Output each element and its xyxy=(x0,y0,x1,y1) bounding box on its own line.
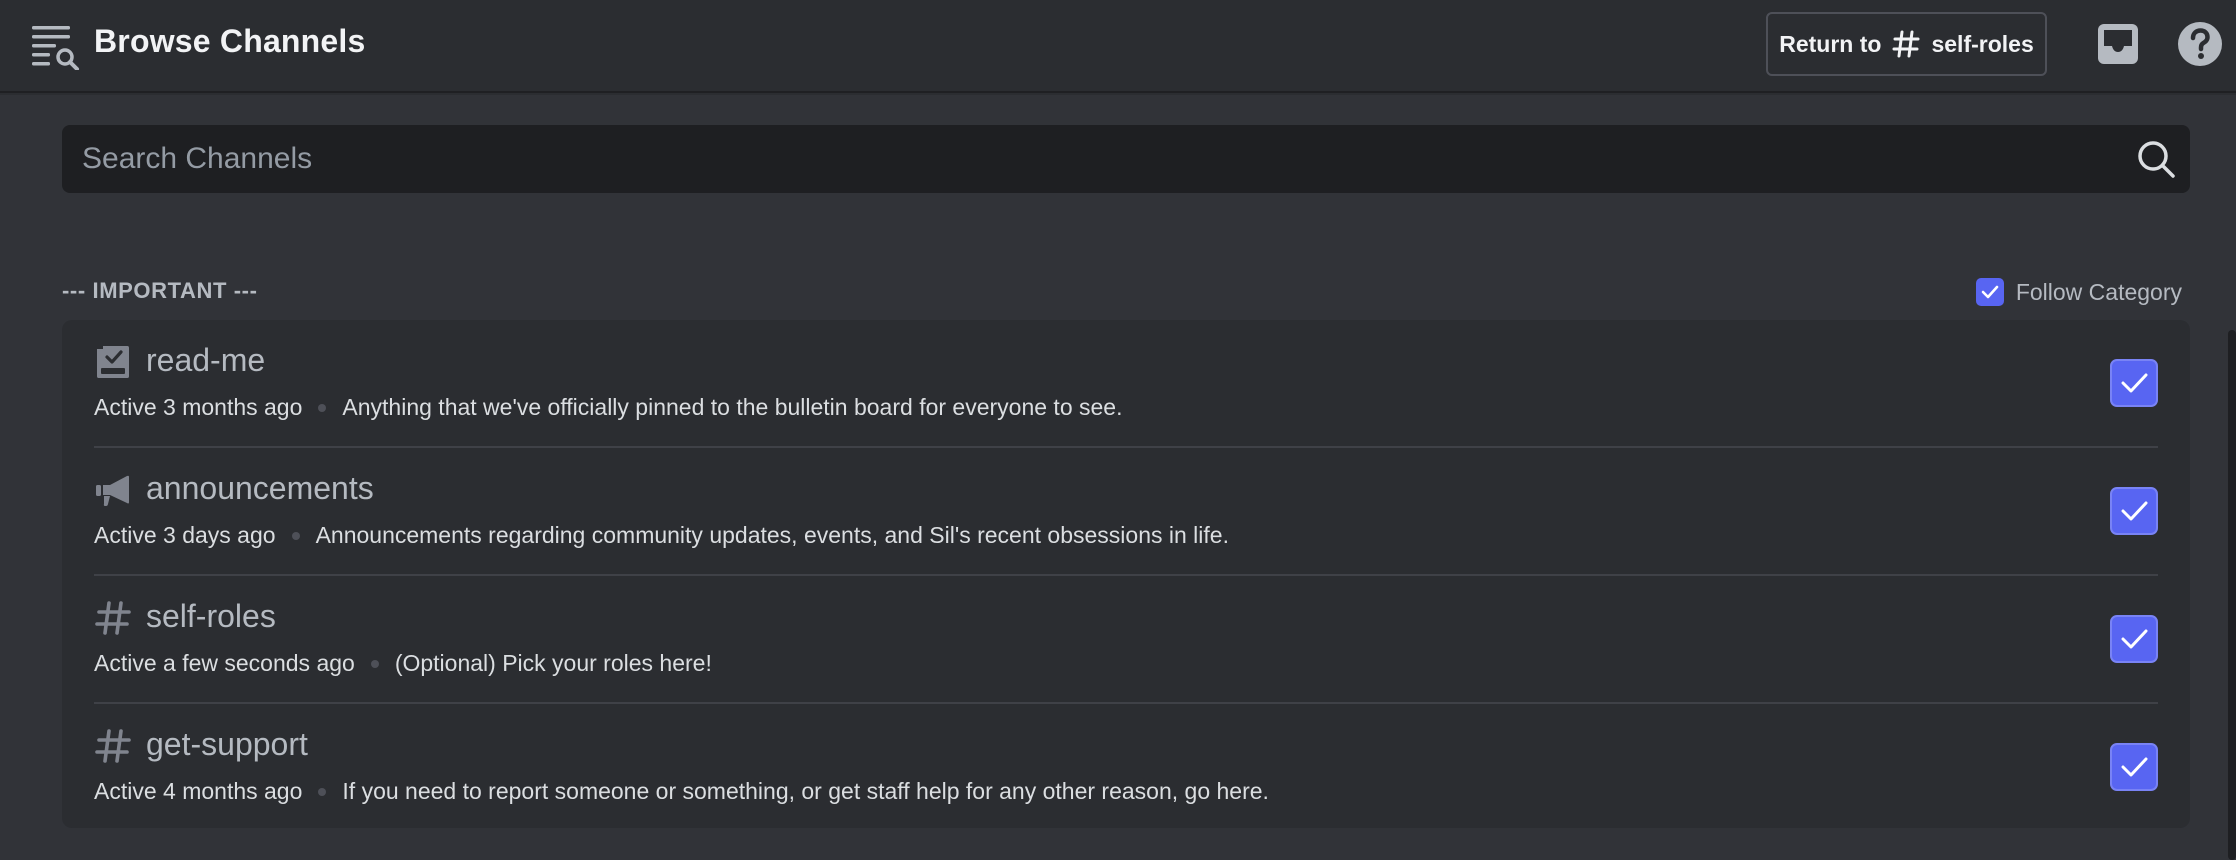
channel-row-self-roles[interactable]: self-roles Active a few seconds ago (Opt… xyxy=(94,576,2158,704)
channel-activity: Active a few seconds ago xyxy=(94,650,355,676)
channel-description: Anything that we've officially pinned to… xyxy=(342,394,1123,420)
return-to-channel-button[interactable]: Return to self-roles xyxy=(1766,12,2047,76)
hash-icon xyxy=(95,729,131,763)
channel-list: read-me Active 3 months ago Anything tha… xyxy=(62,320,2190,828)
check-icon xyxy=(2121,373,2148,393)
rules-icon xyxy=(97,346,129,378)
channel-meta: Active 3 months ago Anything that we've … xyxy=(94,394,1122,421)
channel-activity: Active 3 months ago xyxy=(94,394,303,420)
top-bar: Browse Channels Return to self-roles xyxy=(0,0,2236,93)
page-title: Browse Channels xyxy=(94,23,366,59)
channel-name: announcements xyxy=(146,470,374,506)
channel-meta: Active 3 days ago Announcements regardin… xyxy=(94,522,1229,549)
return-channel-name: self-roles xyxy=(1931,30,2034,57)
separator-dot xyxy=(318,403,327,412)
channel-name: get-support xyxy=(146,726,308,762)
channel-name: self-roles xyxy=(146,598,276,634)
separator-dot xyxy=(318,787,327,796)
follow-category-checkbox[interactable] xyxy=(1975,278,2004,306)
separator-dot xyxy=(370,659,379,668)
channel-row-get-support[interactable]: get-support Active 4 months ago If you n… xyxy=(94,704,2158,832)
search-input[interactable] xyxy=(62,125,2190,193)
check-icon xyxy=(2121,757,2148,777)
hash-icon xyxy=(1892,30,1920,58)
follow-channel-checkbox[interactable] xyxy=(2110,615,2158,663)
check-icon xyxy=(1981,285,1999,299)
separator-dot xyxy=(291,531,300,540)
follow-channel-checkbox[interactable] xyxy=(2110,359,2158,407)
channel-description: (Optional) Pick your roles here! xyxy=(394,650,712,676)
return-label: Return to xyxy=(1779,30,1882,57)
channel-meta: Active a few seconds ago (Optional) Pick… xyxy=(94,650,712,677)
channel-name: read-me xyxy=(146,342,266,378)
follow-category-toggle[interactable]: Follow Category xyxy=(1975,272,2182,312)
search-bar xyxy=(62,125,2190,193)
channel-meta: Active 4 months ago If you need to repor… xyxy=(94,778,1269,805)
channel-description: If you need to report someone or somethi… xyxy=(342,778,1269,804)
hash-icon xyxy=(95,601,131,635)
channel-activity: Active 3 days ago xyxy=(94,522,276,548)
category-header: --- IMPORTANT --- Follow Category xyxy=(62,272,2190,312)
follow-channel-checkbox[interactable] xyxy=(2110,743,2158,791)
inbox-icon[interactable] xyxy=(2096,22,2140,66)
channel-description: Announcements regarding community update… xyxy=(315,522,1229,548)
megaphone-icon xyxy=(96,475,129,506)
scrollbar[interactable] xyxy=(2228,330,2236,860)
channel-row-announcements[interactable]: announcements Active 3 days ago Announce… xyxy=(94,448,2158,576)
help-icon[interactable] xyxy=(2176,20,2224,68)
search-icon[interactable] xyxy=(2136,139,2176,179)
category-name: --- IMPORTANT --- xyxy=(62,278,258,303)
check-icon xyxy=(2121,629,2148,649)
channel-browser: --- IMPORTANT --- Follow Category read-m… xyxy=(0,95,2236,860)
channel-activity: Active 4 months ago xyxy=(94,778,303,804)
follow-category-label: Follow Category xyxy=(2015,278,2182,305)
follow-channel-checkbox[interactable] xyxy=(2110,487,2158,535)
check-icon xyxy=(2121,501,2148,521)
channel-row-read-me[interactable]: read-me Active 3 months ago Anything tha… xyxy=(94,320,2158,448)
browse-channels-icon xyxy=(32,26,79,70)
